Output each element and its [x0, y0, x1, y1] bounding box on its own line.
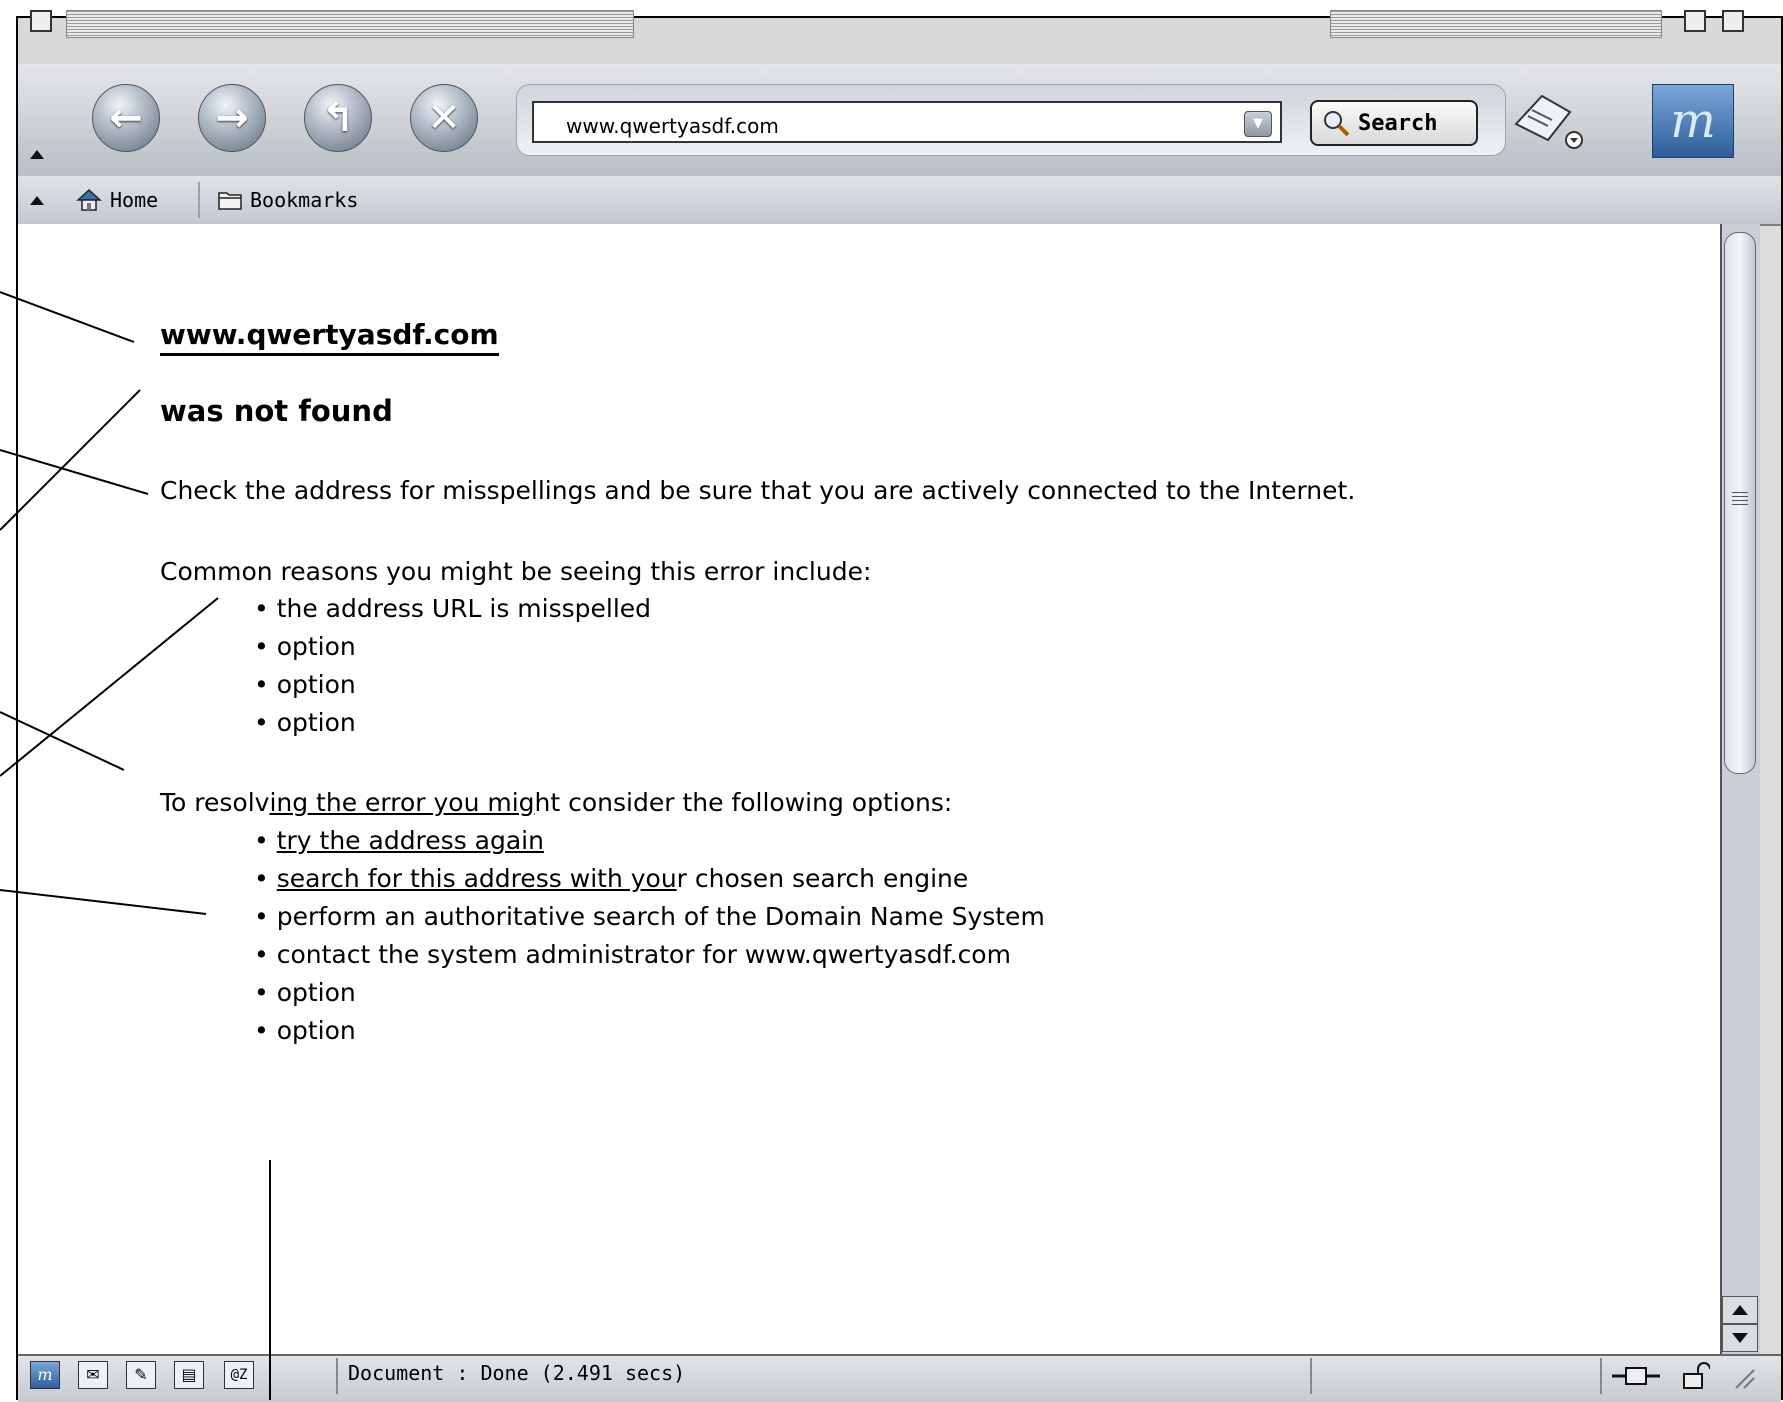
- annotation-lines: [0, 291, 271, 1400]
